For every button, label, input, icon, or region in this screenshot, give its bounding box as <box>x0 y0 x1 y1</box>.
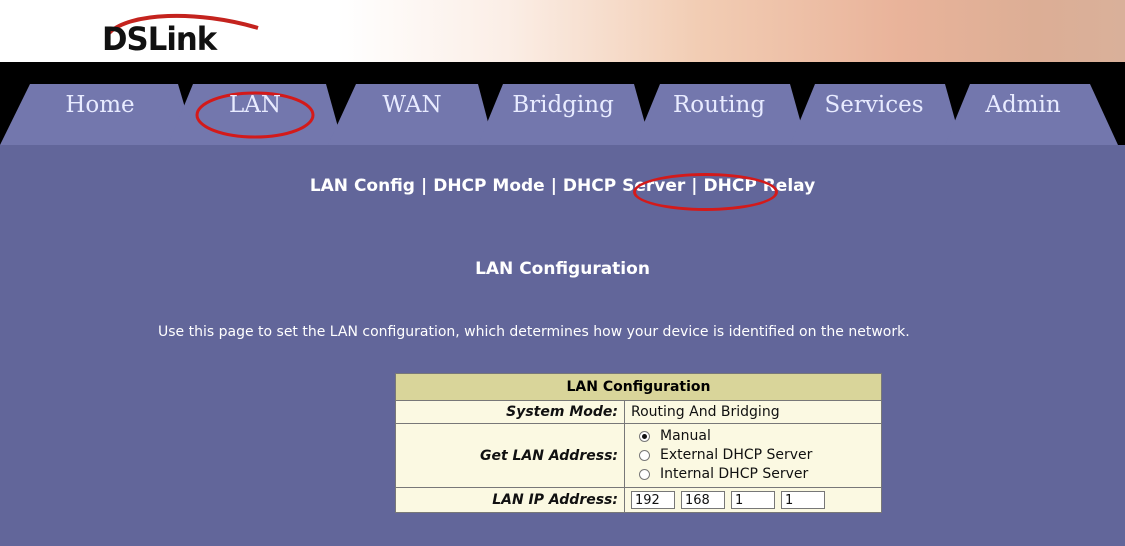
tab-wan[interactable]: WAN <box>357 92 467 118</box>
tab-services[interactable]: Services <box>819 92 929 118</box>
radio-label: Manual <box>660 428 711 444</box>
ip-octet-2-input[interactable]: 168 <box>681 491 725 509</box>
table-row: System Mode: Routing And Bridging <box>395 400 882 424</box>
ip-octet-4-input[interactable]: 1 <box>781 491 825 509</box>
subnav-dhcp-server[interactable]: DHCP Server <box>563 176 685 196</box>
subnav-dhcp-relay[interactable]: DHCP Relay <box>704 176 816 196</box>
sub-nav: LAN Config | DHCP Mode | DHCP Server | DHCP Re… <box>0 176 1125 196</box>
subnav-lan-config[interactable]: LAN Config <box>310 176 415 196</box>
system-mode-label: System Mode: <box>395 400 625 424</box>
subnav-separator: | <box>420 176 428 196</box>
radio-icon[interactable] <box>639 450 650 461</box>
radio-manual[interactable]: Manual <box>631 427 875 446</box>
table-header: LAN Configuration <box>395 373 882 401</box>
tab-admin[interactable]: Admin <box>968 92 1078 118</box>
tab-lan[interactable]: LAN <box>200 92 310 118</box>
lan-config-table: LAN Configuration System Mode: Routing A… <box>395 373 882 513</box>
tab-home[interactable]: Home <box>45 92 155 118</box>
page-description: Use this page to set the LAN configurati… <box>158 324 910 340</box>
subnav-dhcp-mode[interactable]: DHCP Mode <box>433 176 545 196</box>
radio-label: External DHCP Server <box>660 447 813 463</box>
page-title: LAN Configuration <box>475 259 650 279</box>
get-lan-address-options: Manual External DHCP Server Internal DHC… <box>624 423 882 488</box>
lan-ip-address-fields: 192 168 1 1 <box>624 487 882 513</box>
table-row: Get LAN Address: Manual External DHCP Se… <box>395 423 882 488</box>
radio-icon[interactable] <box>639 469 650 480</box>
subnav-separator: | <box>691 176 698 196</box>
radio-label: Internal DHCP Server <box>660 466 809 482</box>
main-content: LAN Config | DHCP Mode | DHCP Server | DHCP Re… <box>0 154 1125 546</box>
system-mode-value: Routing And Bridging <box>624 400 882 424</box>
main-nav: Home LAN WAN Bridging Routing Services A… <box>0 62 1125 154</box>
ip-octet-3-input[interactable]: 1 <box>731 491 775 509</box>
ip-octet-1-input[interactable]: 192 <box>631 491 675 509</box>
radio-internal-dhcp[interactable]: Internal DHCP Server <box>631 465 875 484</box>
logo-text: DSLink <box>102 20 217 58</box>
dslink-logo: DSLink <box>88 8 268 60</box>
lan-ip-address-label: LAN IP Address: <box>395 487 625 513</box>
subnav-separator: | <box>550 176 557 196</box>
get-lan-address-label: Get LAN Address: <box>395 423 625 488</box>
table-row: LAN IP Address: 192 168 1 1 <box>395 487 882 513</box>
tab-routing[interactable]: Routing <box>664 92 774 118</box>
radio-icon-selected[interactable] <box>639 431 650 442</box>
header-banner: DSLink <box>0 0 1125 62</box>
tab-bridging[interactable]: Bridging <box>508 92 618 118</box>
radio-external-dhcp[interactable]: External DHCP Server <box>631 446 875 465</box>
